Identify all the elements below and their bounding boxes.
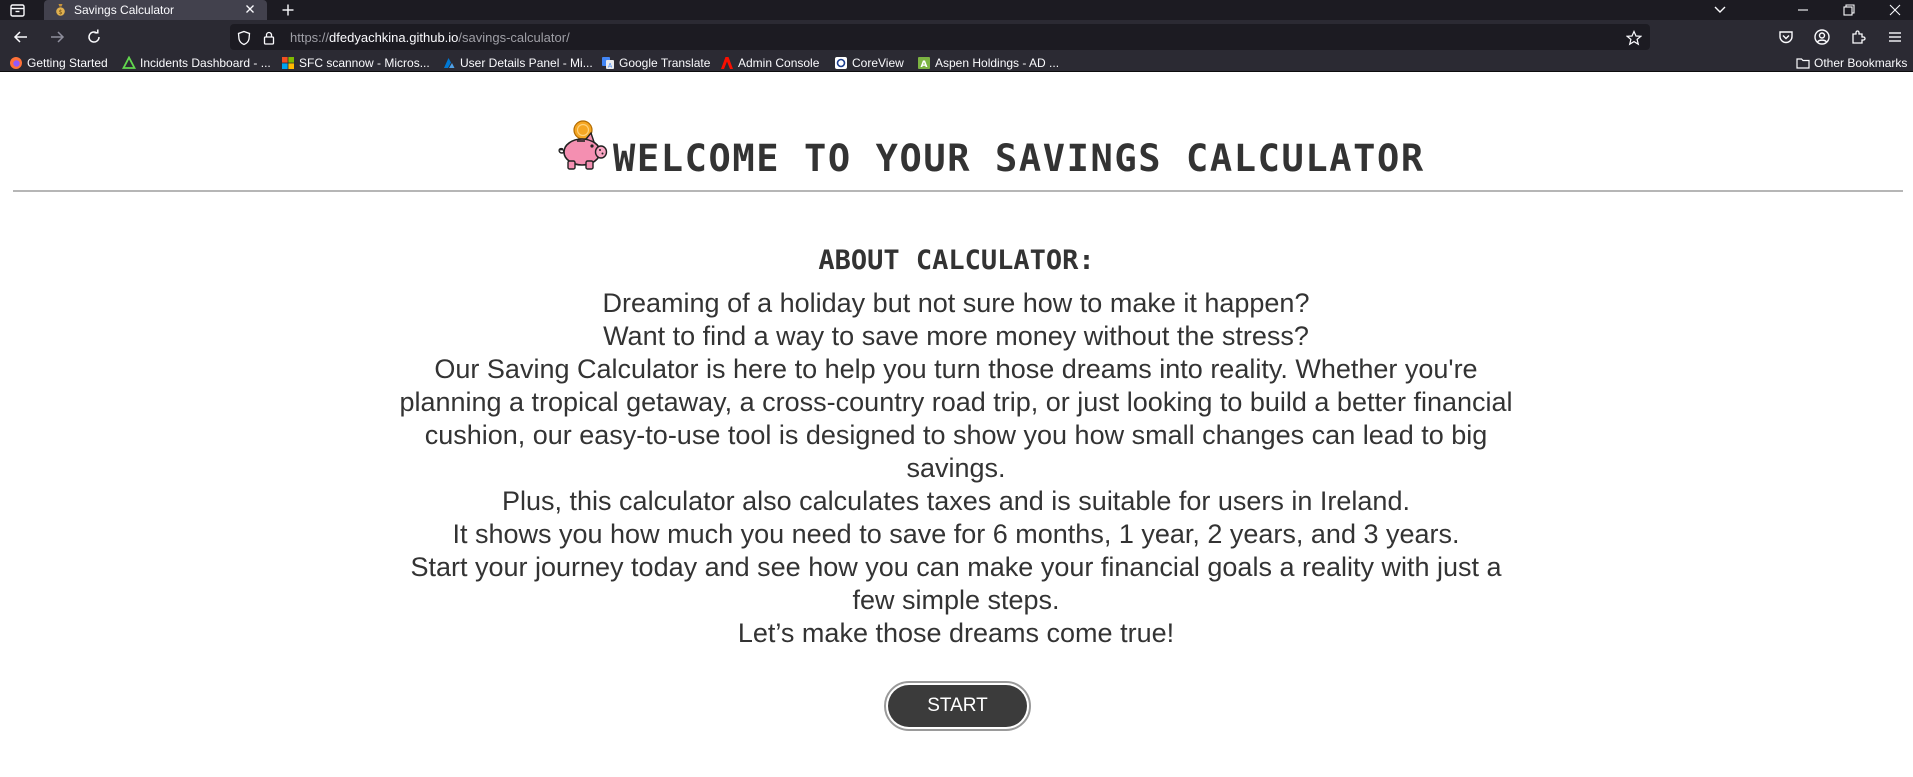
url-host: dfedyachkina.github.io <box>329 30 459 45</box>
firefox-icon <box>10 57 22 69</box>
header-divider <box>13 190 1903 192</box>
bookmark-getting-started[interactable]: Getting Started <box>9 55 108 71</box>
svg-text:A: A <box>921 60 928 70</box>
url-text[interactable]: https://dfedyachkina.github.io/savings-c… <box>290 30 570 45</box>
page-content: WELCOME TO YOUR SAVINGS CALCULATOR ABOUT… <box>0 101 1913 777</box>
money-bag-icon: $ <box>56 4 65 16</box>
about-paragraph: Start your journey today and see how you… <box>410 552 1502 615</box>
start-button-frame: START <box>884 681 1031 731</box>
bookmark-label: Google Translate <box>619 56 711 70</box>
tab-savings-calculator[interactable]: $ Savings Calculator <box>44 0 267 22</box>
tab-title: Savings Calculator <box>74 3 175 17</box>
bookmark-label: SFC scannow - Micros... <box>299 56 430 70</box>
tab-bar: $ Savings Calculator <box>0 0 1913 22</box>
bookmark-incidents-dashboard[interactable]: Incidents Dashboard - ... <box>122 55 271 71</box>
star-icon[interactable] <box>1626 30 1642 46</box>
about-text: Dreaming of a holiday but not sure how t… <box>396 287 1516 650</box>
bookmark-aspen-holdings[interactable]: A Aspen Holdings - AD ... <box>917 55 1059 71</box>
about-paragraph: It shows you how much you need to save f… <box>452 519 1460 549</box>
navigation-toolbar: https://dfedyachkina.github.io/savings-c… <box>0 20 1913 52</box>
bookmark-sfc-scannow[interactable]: SFC scannow - Micros... <box>281 55 430 71</box>
pocket-icon[interactable] <box>1777 28 1795 46</box>
tab-list-icon[interactable] <box>6 2 30 19</box>
bookmark-other-bookmarks[interactable]: Other Bookmarks <box>1796 55 1907 71</box>
about-paragraph: Plus, this calculator also calculates ta… <box>502 486 1410 516</box>
about-paragraph: Want to find a way to save more money wi… <box>603 321 1309 351</box>
bookmark-user-details-panel[interactable]: User Details Panel - Mi... <box>442 55 593 71</box>
forward-arrow-icon[interactable] <box>48 28 66 46</box>
lock-icon[interactable] <box>261 30 277 46</box>
restore-icon[interactable] <box>1831 0 1867 20</box>
bookmark-label: Admin Console <box>738 56 820 70</box>
svg-text:$: $ <box>59 9 63 16</box>
bookmark-coreview[interactable]: CoreView <box>834 55 904 71</box>
bookmark-label: Getting Started <box>27 56 108 70</box>
about-paragraph: Let’s make those dreams come true! <box>737 618 1175 648</box>
back-arrow-icon[interactable] <box>12 28 30 46</box>
bookmarks-toolbar: Getting Started Incidents Dashboard - ..… <box>0 52 1913 72</box>
chevron-down-icon[interactable] <box>1702 0 1738 20</box>
about-heading: ABOUT CALCULATOR: <box>818 245 1095 276</box>
shield-icon[interactable] <box>236 30 252 46</box>
address-bar[interactable]: https://dfedyachkina.github.io/savings-c… <box>230 24 1650 50</box>
page-header: WELCOME TO YOUR SAVINGS CALCULATOR <box>0 101 1913 191</box>
extensions-icon[interactable] <box>1849 28 1867 46</box>
bookmark-label: User Details Panel - Mi... <box>460 56 593 70</box>
close-icon[interactable] <box>243 2 257 16</box>
bookmark-admin-console[interactable]: Admin Console <box>720 55 819 71</box>
piggy-bank-icon <box>558 120 608 170</box>
about-paragraph: Dreaming of a holiday but not sure how t… <box>602 288 1310 318</box>
google-translate-icon: A <box>602 57 614 70</box>
url-prefix: https:// <box>290 30 330 45</box>
bookmark-google-translate[interactable]: A Google Translate <box>601 55 710 71</box>
adobe-icon <box>721 57 733 69</box>
coreview-icon <box>835 57 847 69</box>
aspen-icon: A <box>918 57 930 70</box>
reload-icon[interactable] <box>85 28 103 46</box>
url-path: /savings-calculator/ <box>458 30 570 45</box>
plus-icon[interactable] <box>280 2 296 18</box>
window-close-icon[interactable] <box>1877 0 1913 20</box>
about-paragraph: Our Saving Calculator is here to help yo… <box>399 354 1513 483</box>
minimize-icon[interactable] <box>1785 0 1821 20</box>
bookmark-label: Other Bookmarks <box>1814 56 1908 70</box>
folder-icon <box>1796 58 1810 69</box>
page-title: WELCOME TO YOUR SAVINGS CALCULATOR <box>613 137 1425 180</box>
servicenow-icon <box>122 56 136 69</box>
bookmark-label: Incidents Dashboard - ... <box>140 56 271 70</box>
bookmark-label: CoreView <box>852 56 904 70</box>
bookmark-label: Aspen Holdings - AD ... <box>935 56 1060 70</box>
azure-icon <box>444 58 455 68</box>
microsoft-icon <box>282 57 294 69</box>
account-icon[interactable] <box>1813 28 1831 46</box>
start-button[interactable]: START <box>888 685 1027 727</box>
menu-icon[interactable] <box>1886 28 1904 46</box>
